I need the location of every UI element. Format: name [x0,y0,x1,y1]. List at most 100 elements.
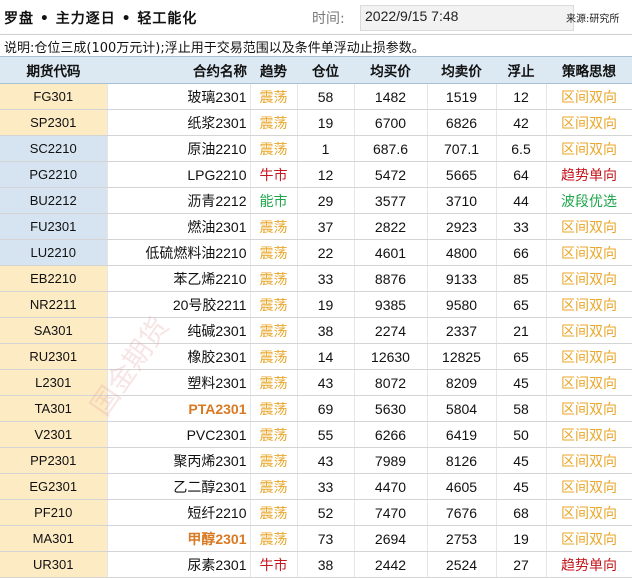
strategy-cell: 区间双向 [546,317,632,344]
trend-cell: 能市 [250,187,298,214]
position-cell: 12 [297,161,355,188]
float-stop-cell: 21 [496,317,547,344]
strategy-cell: 区间双向 [546,473,632,500]
position-cell: 43 [297,447,355,474]
strategy-cell: 趋势单向 [546,161,632,188]
table-row: SC2210 原油2210 震荡 1 687.6 707.1 6.5 区间双向 [0,135,632,162]
contract-name: 聚丙烯2301 [107,447,251,474]
header-position: 仓位 [297,56,354,84]
strategy-cell: 区间双向 [546,265,632,292]
strategy-cell: 区间双向 [546,525,632,552]
table-header-row: 期货代码 合约名称 趋势 仓位 均买价 均卖价 浮止 策略思想 [0,56,632,84]
avg-sell-cell: 2337 [427,317,497,344]
avg-sell-cell: 707.1 [427,135,497,162]
strategy-cell: 区间双向 [546,343,632,370]
float-stop-cell: 58 [496,395,547,422]
header-strategy: 策略思想 [546,56,632,84]
strategy-cell: 波段优选 [546,187,632,214]
strategy-cell: 区间双向 [546,109,632,136]
position-cell: 22 [297,239,355,266]
strategy-cell: 趋势单向 [546,551,632,578]
header-float-stop: 浮止 [496,56,546,84]
position-cell: 52 [297,499,355,526]
contract-name: 苯乙烯2210 [107,265,251,292]
trend-cell: 牛市 [250,551,298,578]
table-row: FU2301 燃油2301 震荡 37 2822 2923 33 区间双向 [0,213,632,240]
position-cell: 29 [297,187,355,214]
float-stop-cell: 44 [496,187,547,214]
float-stop-cell: 65 [496,343,547,370]
contract-name: 短纤2210 [107,499,251,526]
float-stop-cell: 65 [496,291,547,318]
trend-cell: 震荡 [250,317,298,344]
avg-buy-cell: 7989 [354,447,428,474]
contract-code: SA301 [0,317,108,344]
contract-code: SP2301 [0,109,108,136]
float-stop-cell: 33 [496,213,547,240]
position-cell: 73 [297,525,355,552]
avg-sell-cell: 3710 [427,187,497,214]
position-cell: 33 [297,265,355,292]
contract-name: LPG2210 [107,161,251,188]
strategy-cell: 区间双向 [546,395,632,422]
float-stop-cell: 27 [496,551,547,578]
position-cell: 1 [297,135,355,162]
avg-buy-cell: 12630 [354,343,428,370]
strategy-cell: 区间双向 [546,239,632,266]
contract-name: 沥青2212 [107,187,251,214]
contract-name: 塑料2301 [107,369,251,396]
trend-cell: 震荡 [250,265,298,292]
avg-sell-cell: 9133 [427,265,497,292]
avg-buy-cell: 6266 [354,421,428,448]
float-stop-cell: 50 [496,421,547,448]
table-row: BU2212 沥青2212 能市 29 3577 3710 44 波段优选 [0,187,632,214]
position-cell: 38 [297,551,355,578]
contract-code: TA301 [0,395,108,422]
strategy-cell: 区间双向 [546,213,632,240]
contract-name: 原油2210 [107,135,251,162]
contract-code: SC2210 [0,135,108,162]
table-row: NR2211 20号胶2211 震荡 19 9385 9580 65 区间双向 [0,291,632,318]
time-label: 时间: [312,11,345,27]
strategy-cell: 区间双向 [546,499,632,526]
avg-buy-cell: 5472 [354,161,428,188]
trend-cell: 震荡 [250,421,298,448]
header-trend: 趋势 [250,56,297,84]
avg-buy-cell: 8072 [354,369,428,396]
page-title: 罗盘 • 主力逐日 • 轻工能化 [4,11,198,27]
avg-buy-cell: 6700 [354,109,428,136]
avg-sell-cell: 9580 [427,291,497,318]
contract-name: PVC2301 [107,421,251,448]
avg-buy-cell: 4601 [354,239,428,266]
position-cell: 19 [297,291,355,318]
contract-code: PP2301 [0,447,108,474]
trend-cell: 震荡 [250,109,298,136]
contract-name: PTA2301 [107,395,251,422]
float-stop-cell: 6.5 [496,135,547,162]
contract-code: L2301 [0,369,108,396]
avg-buy-cell: 4470 [354,473,428,500]
table-row: PP2301 聚丙烯2301 震荡 43 7989 8126 45 区间双向 [0,447,632,474]
avg-buy-cell: 3577 [354,187,428,214]
float-stop-cell: 66 [496,239,547,266]
position-cell: 33 [297,473,355,500]
avg-buy-cell: 2694 [354,525,428,552]
trend-cell: 震荡 [250,473,298,500]
avg-buy-cell: 687.6 [354,135,428,162]
strategy-cell: 区间双向 [546,83,632,110]
avg-sell-cell: 6826 [427,109,497,136]
trend-cell: 震荡 [250,369,298,396]
float-stop-cell: 19 [496,525,547,552]
contract-code: RU2301 [0,343,108,370]
trend-cell: 震荡 [250,499,298,526]
avg-buy-cell: 2822 [354,213,428,240]
table-row: L2301 塑料2301 震荡 43 8072 8209 45 区间双向 [0,369,632,396]
float-stop-cell: 42 [496,109,547,136]
contract-code: NR2211 [0,291,108,318]
contract-code: V2301 [0,421,108,448]
avg-sell-cell: 5804 [427,395,497,422]
table-row: SA301 纯碱2301 震荡 38 2274 2337 21 区间双向 [0,317,632,344]
time-value: 2022/9/15 7:48 [365,8,459,24]
table-row: TA301 PTA2301 震荡 69 5630 5804 58 区间双向 [0,395,632,422]
trend-cell: 震荡 [250,395,298,422]
